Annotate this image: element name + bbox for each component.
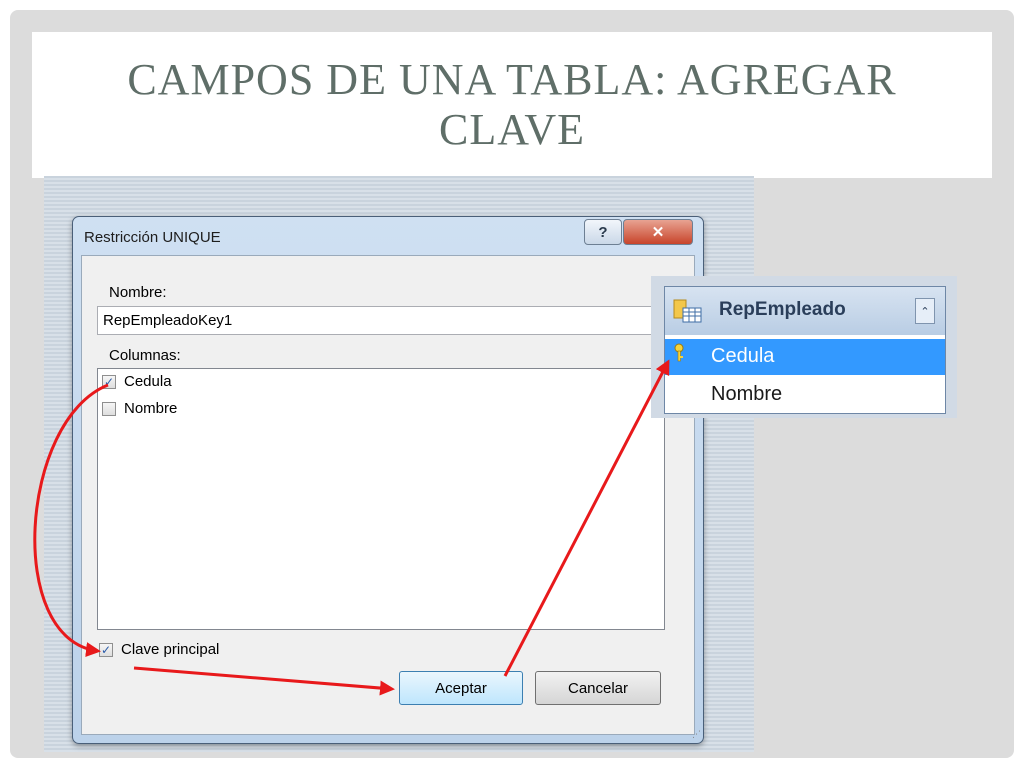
unique-constraint-dialog: Restricción UNIQUE ? ✕ Nombre: RepEmplea… xyxy=(72,216,704,744)
dialog-title: Restricción UNIQUE xyxy=(84,229,221,246)
slide-title: Campos de una tabla: Agregar clave xyxy=(127,55,897,154)
column-label: Cedula xyxy=(124,373,172,390)
table-row-nombre[interactable]: Nombre xyxy=(665,377,945,413)
primary-key-label: Clave principal xyxy=(121,641,220,658)
table-name: RepEmpleado xyxy=(719,299,846,320)
primary-key-option[interactable]: ✓ Clave principal xyxy=(99,641,219,658)
table-row-cedula[interactable]: Cedula xyxy=(665,339,945,375)
close-icon: ✕ xyxy=(651,224,665,241)
key-icon xyxy=(674,343,684,362)
row-label: Nombre xyxy=(711,383,783,405)
resize-grip-icon[interactable]: ⋰ xyxy=(692,730,701,740)
primary-key-checkbox[interactable]: ✓ xyxy=(99,642,113,657)
columns-list[interactable]: ✓ Cedula Nombre xyxy=(97,368,665,630)
name-label: Nombre: xyxy=(109,284,167,301)
row-label: Cedula xyxy=(711,345,775,367)
column-label: Nombre xyxy=(124,400,178,417)
name-input[interactable]: RepEmpleadoKey1 xyxy=(97,306,667,335)
help-button[interactable]: ? xyxy=(584,219,622,245)
close-button[interactable]: ✕ xyxy=(623,219,693,245)
table-designer-panel: RepEmpleado ⌃ Cedula Nombre xyxy=(651,276,957,418)
table-header[interactable]: RepEmpleado ⌃ xyxy=(665,287,945,335)
ok-button[interactable]: Aceptar xyxy=(399,671,523,705)
table-card: RepEmpleado ⌃ Cedula Nombre xyxy=(664,286,946,414)
cancel-button[interactable]: Cancelar xyxy=(535,671,661,705)
column-item-cedula[interactable]: ✓ Cedula xyxy=(102,373,172,390)
column-item-nombre[interactable]: Nombre xyxy=(102,400,177,417)
columns-label: Columnas: xyxy=(109,347,181,364)
cedula-checkbox[interactable]: ✓ xyxy=(102,374,116,389)
title-box: Campos de una tabla: Agregar clave xyxy=(32,32,992,178)
collapse-icon[interactable]: ⌃ xyxy=(915,298,935,324)
nombre-checkbox[interactable] xyxy=(102,401,116,416)
table-icon xyxy=(673,299,702,323)
